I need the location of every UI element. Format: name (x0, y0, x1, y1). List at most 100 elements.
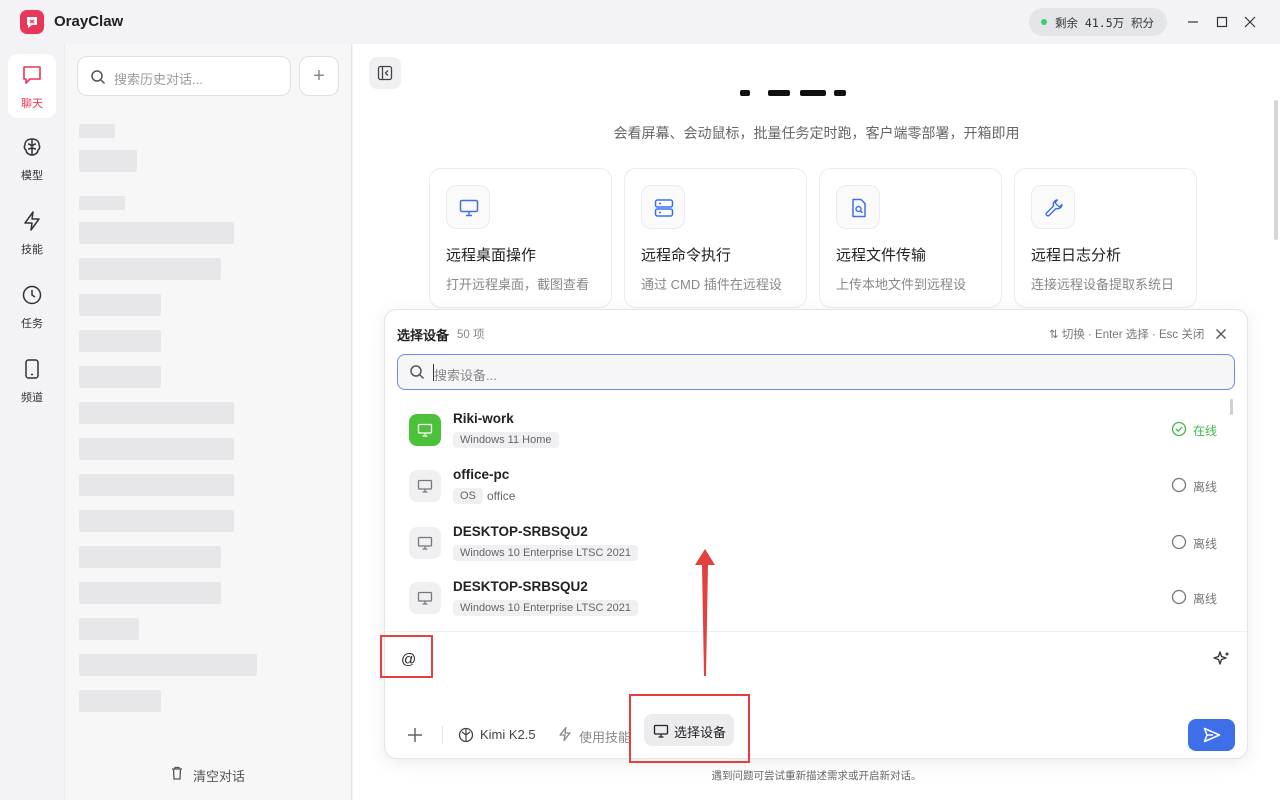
close-picker-button[interactable] (1211, 324, 1231, 344)
history-item-redacted[interactable] (79, 546, 221, 568)
status-dot-icon (1041, 19, 1047, 25)
history-item-redacted[interactable] (79, 330, 161, 352)
monitor-icon (417, 423, 433, 437)
card-description: 打开远程桌面，截图查看 (446, 277, 590, 292)
lightning-icon (559, 726, 571, 742)
maximize-button[interactable] (1212, 12, 1232, 32)
device-name: office-pc (453, 467, 510, 482)
hero-title-clipped (738, 84, 858, 102)
file-search-icon (852, 198, 866, 218)
history-item-redacted[interactable] (79, 690, 161, 712)
sidebar-collapse-icon (377, 65, 393, 81)
title-bar: OrayClaw 剩余 41.5万 积分 (0, 0, 1280, 44)
device-list-scrollbar[interactable] (1230, 399, 1233, 415)
nav-skills[interactable]: 技能 (8, 200, 56, 264)
credits-text: 剩余 41.5万 积分 (1055, 16, 1155, 30)
hero-subtitle: 会看屏幕、会动鼠标，批量任务定时跑，客户端零部署，开箱即用 (613, 125, 1020, 141)
plus-icon: + (313, 65, 325, 87)
history-item-redacted[interactable] (79, 474, 234, 496)
nav-skills-label: 技能 (21, 244, 43, 256)
device-status-label: 离线 (1193, 537, 1218, 551)
monitor-icon (417, 479, 433, 493)
nav-models-label: 模型 (21, 170, 43, 182)
nav-channels-label: 频道 (21, 392, 43, 404)
use-skill-label: 使用技能 (579, 730, 632, 745)
model-label: Kimi K2.5 (480, 727, 536, 742)
history-item-redacted[interactable] (79, 222, 234, 244)
history-item-redacted[interactable] (79, 294, 161, 316)
history-item-redacted[interactable] (79, 196, 125, 210)
history-item-redacted[interactable] (79, 124, 115, 138)
brain-icon (23, 138, 41, 156)
monitor-icon (417, 591, 433, 605)
nav-rail: 聊天 模型 技能 任务 频道 (0, 44, 64, 800)
history-item-redacted[interactable] (79, 438, 234, 460)
app-title: OrayClaw (54, 13, 124, 30)
app-logo-icon (20, 10, 44, 34)
device-os-tag: Windows 10 Enterprise LTSC 2021 (453, 545, 638, 561)
nav-tasks[interactable]: 任务 (8, 274, 56, 338)
trash-icon (172, 766, 182, 780)
minimize-button[interactable] (1183, 12, 1203, 32)
device-os-tag: Windows 11 Home (453, 432, 559, 448)
history-item-redacted[interactable] (79, 366, 161, 388)
history-search-placeholder: 搜索历史对话... (114, 72, 203, 87)
device-status-label: 离线 (1193, 592, 1218, 606)
device-name: Riki-work (453, 411, 514, 426)
history-search-input[interactable]: 搜索历史对话... (77, 56, 291, 96)
nav-chat[interactable]: 聊天 (8, 54, 56, 118)
nav-tasks-label: 任务 (21, 318, 43, 330)
history-item-redacted[interactable] (79, 582, 221, 604)
history-item-redacted[interactable] (79, 258, 221, 280)
plus-icon (408, 728, 422, 742)
close-icon (1216, 329, 1226, 339)
attach-button[interactable] (405, 725, 425, 745)
history-item-redacted[interactable] (79, 402, 234, 424)
device-row[interactable]: office-pc OS office 离线 (397, 458, 1227, 512)
device-name: DESKTOP-SRBSQU2 (453, 524, 588, 539)
nav-chat-label: 聊天 (21, 98, 43, 110)
check-circle-icon (1171, 421, 1187, 437)
collapse-sidebar-button[interactable] (369, 57, 401, 89)
device-row[interactable]: Riki-work Windows 11 Home 在线 (397, 402, 1227, 456)
feature-card-remote-command[interactable]: 远程命令执行 通过 CMD 插件在远程设 (624, 168, 807, 308)
device-row[interactable]: DESKTOP-SRBSQU2 Windows 10 Enterprise LT… (397, 570, 1227, 624)
device-search-input[interactable]: 搜索设备... (397, 354, 1235, 390)
card-description: 连接远程设备提取系统日 (1031, 277, 1175, 292)
enhance-prompt-button[interactable] (1213, 650, 1231, 673)
card-title: 远程桌面操作 (446, 247, 537, 264)
nav-channels[interactable]: 频道 (8, 348, 56, 412)
send-button[interactable] (1188, 719, 1235, 751)
feature-card-remote-desktop[interactable]: 远程桌面操作 打开远程桌面，截图查看 (429, 168, 612, 308)
feature-card-log-analysis[interactable]: 远程日志分析 连接远程设备提取系统日 (1014, 168, 1197, 308)
main-panel: 会看屏幕、会动鼠标，批量任务定时跑，客户端零部署，开箱即用 远程桌面操作 打开远… (353, 44, 1280, 800)
history-panel: 搜索历史对话... + 清空对话 (64, 44, 352, 800)
device-status-label: 在线 (1193, 424, 1218, 438)
nav-models[interactable]: 模型 (8, 126, 56, 190)
history-item-redacted[interactable] (79, 654, 257, 676)
monitor-icon (417, 536, 433, 550)
history-item-redacted[interactable] (79, 618, 139, 640)
device-picker-popup: 选择设备 50 项 ⇅ 切换 · Enter 选择 · Esc 关闭 搜索设备.… (384, 309, 1248, 759)
history-item-redacted[interactable] (79, 150, 137, 172)
circle-icon (1171, 589, 1187, 605)
device-search-placeholder: 搜索设备... (434, 368, 497, 383)
device-row[interactable]: DESKTOP-SRBSQU2 Windows 10 Enterprise LT… (397, 515, 1227, 569)
device-os-extra: office (487, 489, 516, 503)
close-window-button[interactable] (1240, 12, 1260, 32)
feature-card-file-transfer[interactable]: 远程文件传输 上传本地文件到远程设 (819, 168, 1002, 308)
footnote: 遇到问题可尝试重新描述需求或开启新对话。 (711, 770, 922, 782)
main-scrollbar[interactable] (1274, 100, 1278, 240)
toolbar-divider (442, 726, 443, 744)
device-name: DESKTOP-SRBSQU2 (453, 579, 588, 594)
clear-history-label: 清空对话 (193, 769, 246, 784)
card-title: 远程文件传输 (836, 247, 927, 264)
device-picker-title: 选择设备 (397, 328, 450, 343)
chat-icon (23, 66, 41, 84)
new-chat-button[interactable]: + (299, 56, 339, 96)
divider (385, 631, 1247, 632)
history-item-redacted[interactable] (79, 510, 234, 532)
annotation-highlight-box (380, 635, 433, 678)
credits-badge[interactable]: 剩余 41.5万 积分 (1029, 8, 1167, 36)
device-count: 50 项 (457, 329, 485, 341)
